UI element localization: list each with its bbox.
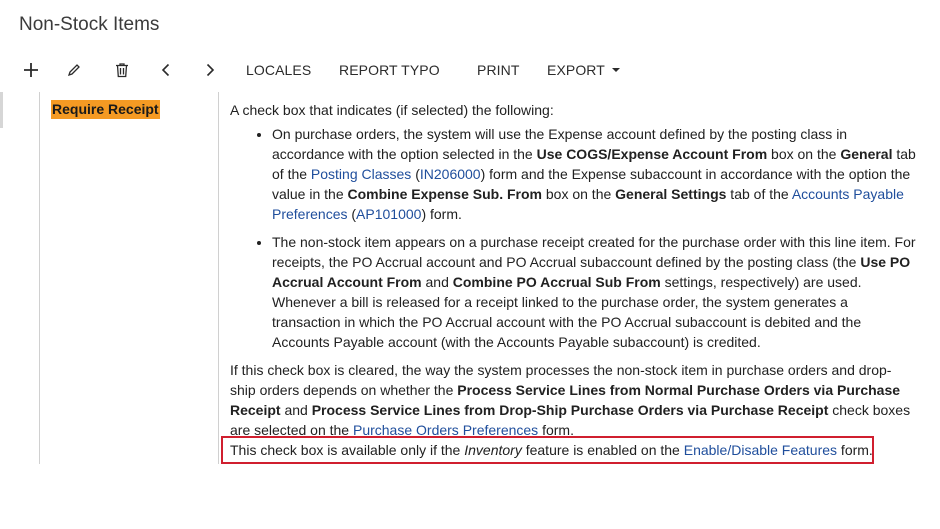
export-button[interactable]: EXPORT xyxy=(547,62,620,78)
list-item: On purchase orders, the system will use … xyxy=(272,124,916,224)
caret-down-icon xyxy=(611,68,620,72)
toolbar: LOCALES REPORT TYPO PRINT EXPORT xyxy=(0,56,940,86)
trash-icon[interactable] xyxy=(110,58,134,82)
availability-note: This check box is available only if the … xyxy=(230,442,873,458)
parameter-name: Require Receipt xyxy=(51,100,160,119)
posting-classes-link[interactable]: Posting Classes xyxy=(311,166,411,182)
chevron-left-icon[interactable] xyxy=(154,58,178,82)
parameter-description: A check box that indicates (if selected)… xyxy=(230,100,916,440)
export-label: EXPORT xyxy=(547,62,605,78)
report-typo-button[interactable]: REPORT TYPO xyxy=(339,62,440,78)
ap101000-link[interactable]: AP101000 xyxy=(356,206,421,222)
page-title: Non-Stock Items xyxy=(19,14,160,35)
chevron-right-icon[interactable] xyxy=(198,58,222,82)
list-item: The non-stock item appears on a purchase… xyxy=(272,232,916,352)
scroll-rail xyxy=(0,92,3,128)
table-divider xyxy=(218,92,219,464)
bullet-list: On purchase orders, the system will use … xyxy=(230,124,916,352)
intro-text: A check box that indicates (if selected)… xyxy=(230,102,554,118)
cleared-text: If this check box is cleared, the way th… xyxy=(230,362,911,438)
in206000-link[interactable]: IN206000 xyxy=(420,166,481,182)
pencil-icon[interactable] xyxy=(62,58,86,82)
print-button[interactable]: PRINT xyxy=(477,62,520,78)
table-divider xyxy=(39,92,40,464)
plus-icon[interactable] xyxy=(19,58,43,82)
locales-button[interactable]: LOCALES xyxy=(246,62,311,78)
enable-disable-features-link[interactable]: Enable/Disable Features xyxy=(684,442,837,458)
